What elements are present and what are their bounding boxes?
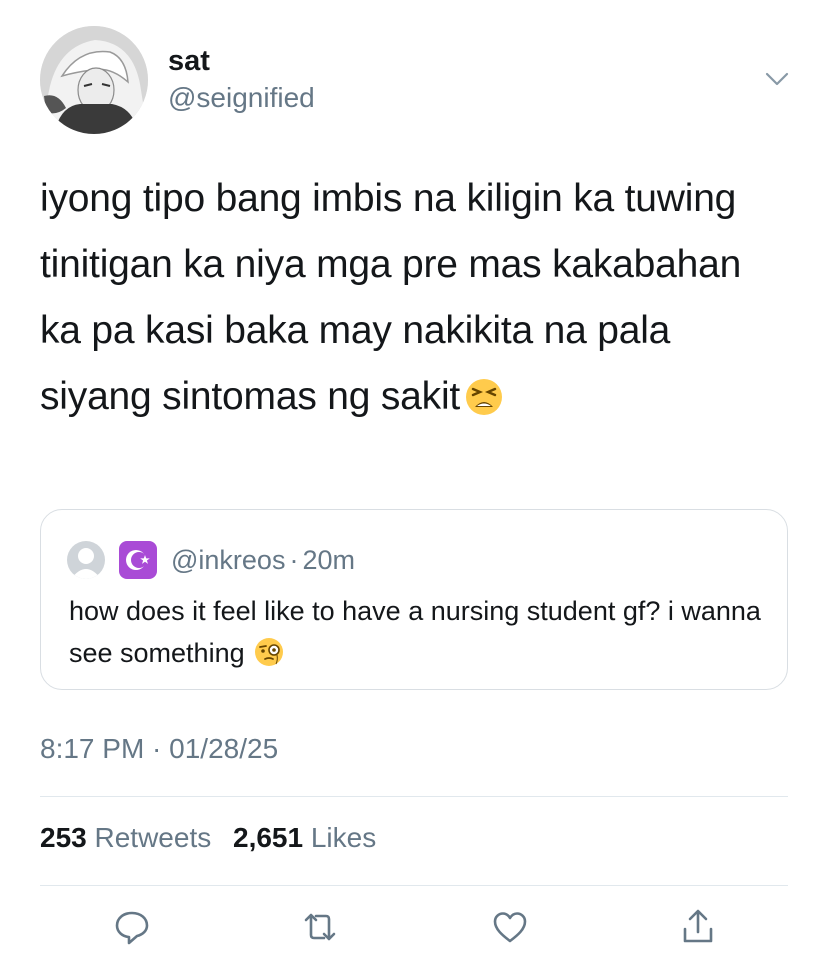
display-name[interactable]: sat bbox=[168, 44, 315, 78]
tweet-timestamp[interactable]: 8:17 PM · 01/28/25 bbox=[40, 733, 278, 765]
tweet-body: iyong tipo bang imbis na kiligin ka tuwi… bbox=[40, 166, 790, 438]
chevron-down-icon[interactable] bbox=[764, 66, 790, 92]
quoted-handle[interactable]: @inkreos bbox=[171, 545, 285, 576]
divider bbox=[40, 885, 788, 886]
divider bbox=[40, 796, 788, 797]
likes-label[interactable]: Likes bbox=[311, 822, 376, 853]
avatar[interactable] bbox=[40, 26, 148, 134]
likes-count[interactable]: 2,651 bbox=[233, 822, 303, 853]
user-handle[interactable]: @seignified bbox=[168, 78, 315, 118]
action-bar bbox=[0, 905, 828, 955]
reply-icon[interactable] bbox=[110, 905, 154, 949]
retweet-icon[interactable] bbox=[298, 905, 342, 949]
share-icon[interactable] bbox=[676, 905, 720, 949]
author-names: sat @seignified bbox=[168, 44, 315, 118]
quoted-text: how does it feel like to have a nursing … bbox=[69, 596, 761, 668]
like-icon[interactable] bbox=[488, 905, 532, 949]
tired-face-emoji-icon bbox=[464, 372, 504, 438]
quoted-avatar bbox=[67, 541, 105, 579]
face-with-monocle-icon bbox=[253, 636, 285, 680]
engagement-stats: 253 Retweets 2,651 Likes bbox=[40, 822, 390, 854]
tweet-header: sat @seignified bbox=[40, 26, 790, 136]
retweets-count[interactable]: 253 bbox=[40, 822, 87, 853]
retweets-label[interactable]: Retweets bbox=[95, 822, 212, 853]
tweet-text: iyong tipo bang imbis na kiligin ka tuwi… bbox=[40, 177, 742, 418]
quoted-time: 20m bbox=[302, 544, 355, 575]
quoted-tweet[interactable]: @inkreos · 20m how does it feel like to ha… bbox=[40, 509, 788, 690]
crescent-star-icon bbox=[119, 541, 157, 579]
quoted-separator: · bbox=[289, 544, 299, 575]
avatar-image bbox=[40, 26, 148, 134]
quoted-body: how does it feel like to have a nursing … bbox=[69, 590, 769, 680]
quoted-header: @inkreos · 20m bbox=[67, 538, 355, 582]
